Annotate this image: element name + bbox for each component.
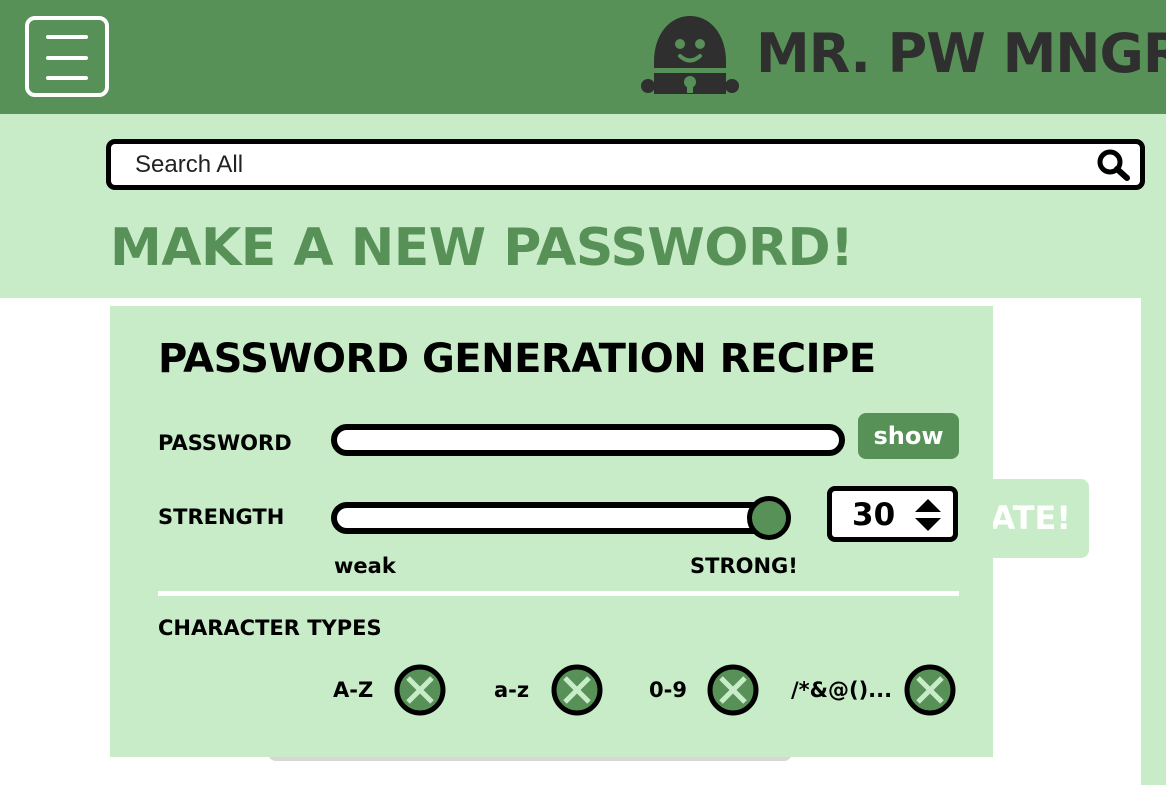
strength-number-stepper[interactable]: 30 xyxy=(827,486,958,542)
show-password-button[interactable]: show xyxy=(858,413,959,459)
strength-slider-track[interactable] xyxy=(331,502,789,534)
char-type-symbols-label: /*&@()... xyxy=(791,678,893,702)
checkbox-x-icon[interactable] xyxy=(707,664,759,716)
page-title: MAKE A NEW PASSWORD! xyxy=(110,218,854,278)
weak-label: weak xyxy=(334,554,396,578)
padlock-mascot-icon xyxy=(641,16,739,94)
checkbox-x-icon[interactable] xyxy=(394,664,446,716)
brand-name: MR. PW MNGR xyxy=(756,22,1166,85)
char-type-lowercase-label: a-z xyxy=(494,678,530,702)
char-type-uppercase-label: A-Z xyxy=(333,678,374,702)
search-input[interactable] xyxy=(135,144,1065,185)
password-label: PASSWORD xyxy=(158,431,292,455)
recipe-title: PASSWORD GENERATION RECIPE xyxy=(158,336,876,382)
search-bar[interactable] xyxy=(106,139,1145,190)
right-panel-edge xyxy=(1141,298,1166,785)
stepper-arrows-icon[interactable] xyxy=(913,497,943,533)
strength-label: STRENGTH xyxy=(158,505,285,529)
checkbox-x-icon[interactable] xyxy=(551,664,603,716)
strength-slider-thumb[interactable] xyxy=(747,496,791,540)
generate-button-label: ATE! xyxy=(990,499,1071,537)
app-header: MR. PW MNGR xyxy=(0,0,1166,114)
strong-label: STRONG! xyxy=(690,554,798,578)
hamburger-menu-button[interactable] xyxy=(25,16,109,97)
strength-value: 30 xyxy=(852,497,896,533)
password-recipe-panel: PASSWORD GENERATION RECIPE PASSWORD show… xyxy=(110,306,993,757)
password-field[interactable] xyxy=(331,424,845,456)
section-divider xyxy=(158,591,959,596)
search-icon[interactable] xyxy=(1096,148,1132,182)
char-type-digits-label: 0-9 xyxy=(649,678,687,702)
checkbox-x-icon[interactable] xyxy=(904,664,956,716)
character-types-label: CHARACTER TYPES xyxy=(158,616,382,640)
